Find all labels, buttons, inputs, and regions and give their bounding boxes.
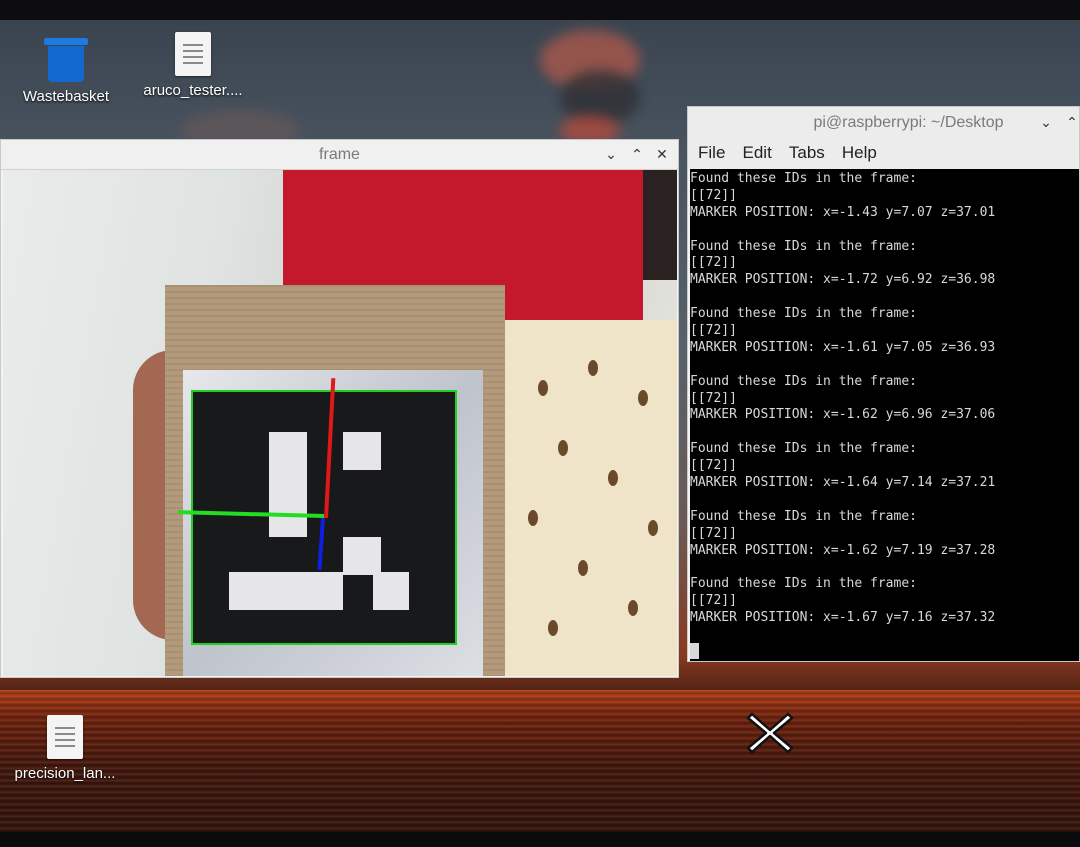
- desktop-icon-wastebasket[interactable]: Wastebasket: [11, 38, 121, 105]
- desktop-icon-label: aruco_tester....: [143, 82, 243, 99]
- terminal-output[interactable]: Found these IDs in the frame: [[72]] MARKE…: [690, 169, 1079, 661]
- terminal-line: MARKER POSITION: x=-1.62 y=7.19 z=37.28: [690, 542, 996, 558]
- terminal-line: Found these IDs in the frame:: [690, 373, 917, 389]
- desktop-icon-label: precision_lan...: [14, 765, 116, 782]
- desktop-icon-aruco-tester[interactable]: aruco_tester....: [138, 32, 248, 99]
- terminal-line: [[72]]: [690, 525, 737, 541]
- close-button[interactable]: ✕: [652, 145, 672, 165]
- terminal-line: MARKER POSITION: x=-1.64 y=7.14 z=37.21: [690, 475, 996, 491]
- terminal-line: [[72]]: [690, 255, 737, 271]
- menu-tabs[interactable]: Tabs: [789, 143, 825, 163]
- menu-help[interactable]: Help: [842, 143, 877, 163]
- terminal-line: MARKER POSITION: x=-1.43 y=7.07 z=37.01: [690, 204, 996, 220]
- terminal-line: MARKER POSITION: x=-1.72 y=6.92 z=36.98: [690, 272, 996, 288]
- minimize-button[interactable]: ⌄: [601, 145, 621, 165]
- terminal-line: Found these IDs in the frame:: [690, 238, 917, 254]
- terminal-line: [[72]]: [690, 187, 737, 203]
- text-file-icon: [47, 715, 83, 759]
- sunset-sea: [0, 690, 1080, 832]
- trash-icon: [44, 38, 88, 82]
- terminal-titlebar[interactable]: pi@raspberrypi: ~/Desktop ⌄ ⌃: [688, 107, 1079, 139]
- terminal-line: [[72]]: [690, 458, 737, 474]
- desktop-icon-precision-landing[interactable]: precision_lan...: [10, 715, 120, 782]
- frame-titlebar[interactable]: frame ⌄ ⌃ ✕: [1, 140, 678, 170]
- text-file-icon: [175, 32, 211, 76]
- terminal-line: MARKER POSITION: x=-1.62 y=6.96 z=37.06: [690, 407, 996, 423]
- terminal-line: Found these IDs in the frame:: [690, 441, 917, 457]
- camera-frame: [3, 170, 677, 676]
- window-title: frame: [319, 146, 360, 163]
- text-cursor: [690, 643, 699, 659]
- window-title: pi@raspberrypi: ~/Desktop: [813, 114, 1004, 131]
- frame-window[interactable]: frame ⌄ ⌃ ✕: [0, 139, 679, 678]
- menu-file[interactable]: File: [698, 143, 725, 163]
- terminal-line: Found these IDs in the frame:: [690, 508, 917, 524]
- terminal-menubar: File Edit Tabs Help: [688, 139, 1079, 169]
- minimize-button[interactable]: ⌄: [1036, 113, 1056, 133]
- terminal-line: Found these IDs in the frame:: [690, 171, 917, 186]
- terminal-line: MARKER POSITION: x=-1.61 y=7.05 z=36.93: [690, 339, 996, 355]
- terminal-window[interactable]: pi@raspberrypi: ~/Desktop ⌄ ⌃ File Edit …: [687, 106, 1080, 662]
- terminal-line: [[72]]: [690, 323, 737, 339]
- terminal-line: [[72]]: [690, 390, 737, 406]
- maximize-button[interactable]: ⌃: [627, 145, 647, 165]
- terminal-line: Found these IDs in the frame:: [690, 576, 917, 592]
- maximize-button[interactable]: ⌃: [1062, 113, 1080, 133]
- close-icon[interactable]: [746, 710, 794, 756]
- terminal-line: Found these IDs in the frame:: [690, 306, 917, 322]
- desktop-icon-label: Wastebasket: [22, 88, 110, 105]
- menu-edit[interactable]: Edit: [743, 143, 772, 163]
- terminal-line: MARKER POSITION: x=-1.67 y=7.16 z=37.32: [690, 610, 996, 626]
- terminal-line: [[72]]: [690, 593, 737, 609]
